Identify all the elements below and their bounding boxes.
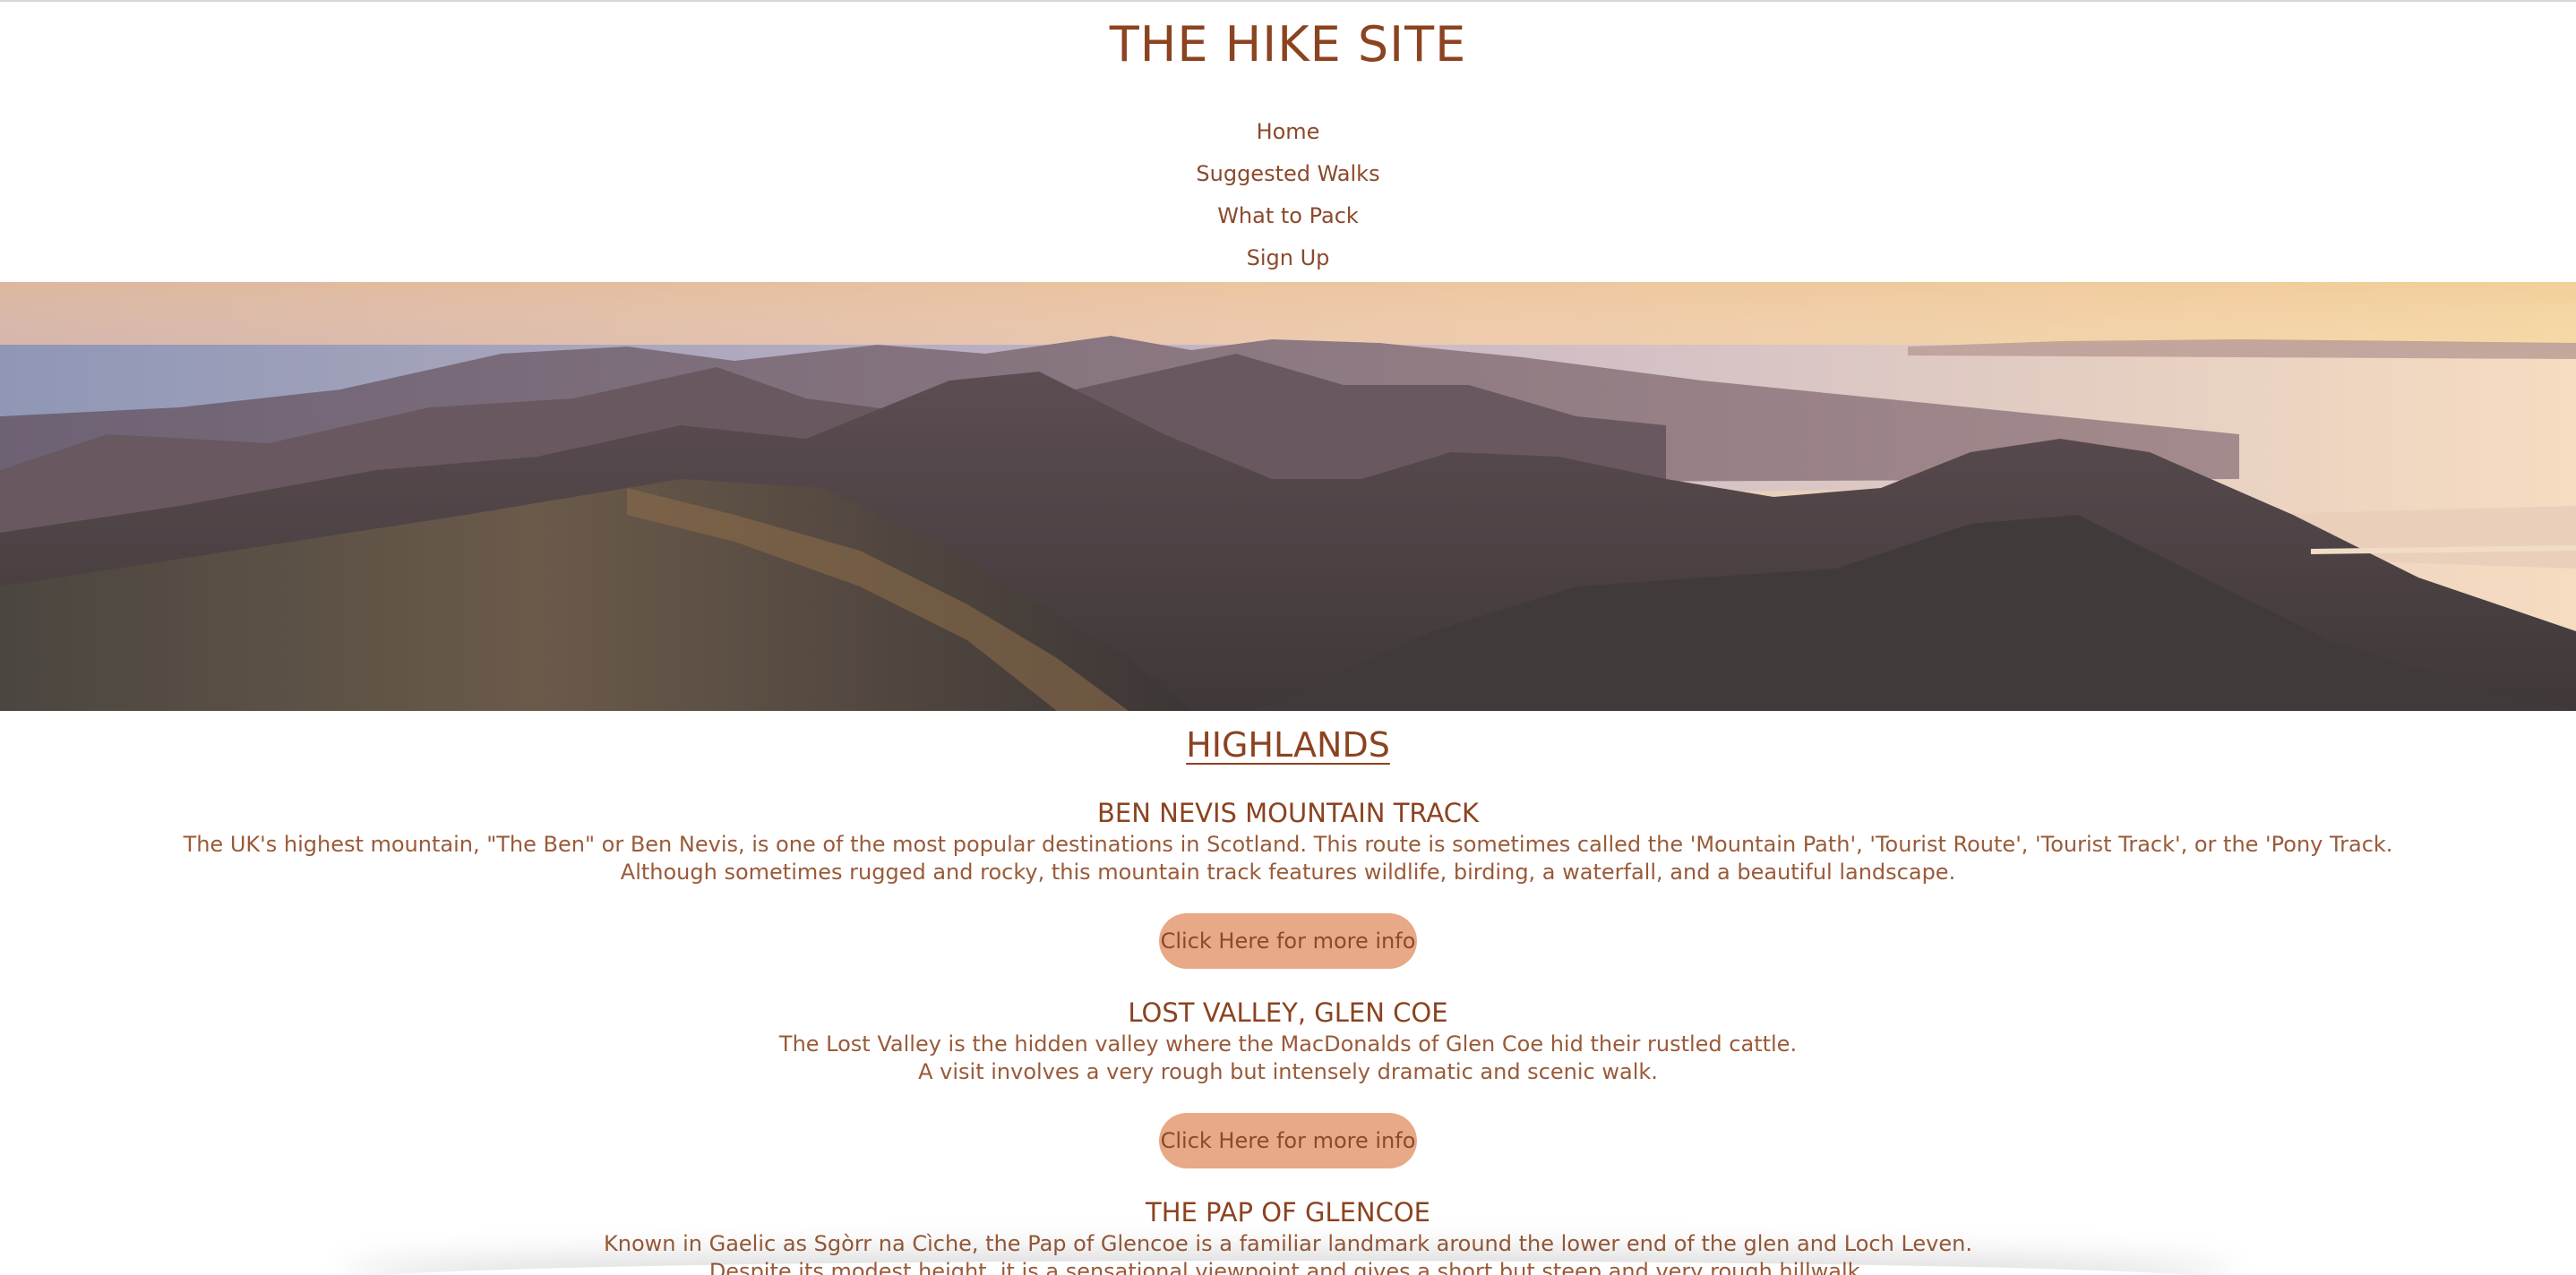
nav-home[interactable]: Home	[1109, 111, 1467, 153]
mountain-landscape-icon	[0, 282, 2576, 711]
walk-description-line: Although sometimes rugged and rocky, thi…	[620, 860, 1956, 885]
nav-what-to-pack[interactable]: What to Pack	[1109, 195, 1467, 237]
walk-description-line: The Lost Valley is the hidden valley whe…	[778, 1031, 1798, 1057]
walk-title: LOST VALLEY, GLEN COE	[1128, 997, 1448, 1028]
walk-title: BEN NEVIS MOUNTAIN TRACK	[1097, 798, 1479, 828]
site-title: THE HIKE SITE	[1109, 16, 1467, 73]
walk-card: BEN NEVIS MOUNTAIN TRACK The UK's highes…	[0, 795, 2576, 969]
nav-sign-up[interactable]: Sign Up	[1109, 237, 1467, 279]
walk-description-line: Known in Gaelic as Sgòrr na Cìche, the P…	[604, 1231, 1972, 1256]
page: THE HIKE SITE Home Suggested Walks What …	[0, 0, 2576, 1275]
more-info-button[interactable]: Click Here for more info	[1159, 913, 1417, 969]
more-info-button[interactable]: Click Here for more info	[1159, 1113, 1417, 1168]
top-divider	[0, 0, 2576, 2]
walk-title: THE PAP OF GLENCOE	[1145, 1197, 1430, 1228]
walk-description-line: A visit involves a very rough but intens…	[918, 1059, 1658, 1084]
walk-description-line: The UK's highest mountain, "The Ben" or …	[183, 832, 2393, 857]
hero-image	[0, 282, 2576, 711]
region-heading: HIGHLANDS	[1186, 725, 1390, 765]
walk-card: LOST VALLEY, GLEN COE The Lost Valley is…	[0, 995, 2576, 1168]
main-nav: Home Suggested Walks What to Pack Sign U…	[0, 111, 2576, 279]
nav-suggested-walks[interactable]: Suggested Walks	[1109, 153, 1467, 195]
